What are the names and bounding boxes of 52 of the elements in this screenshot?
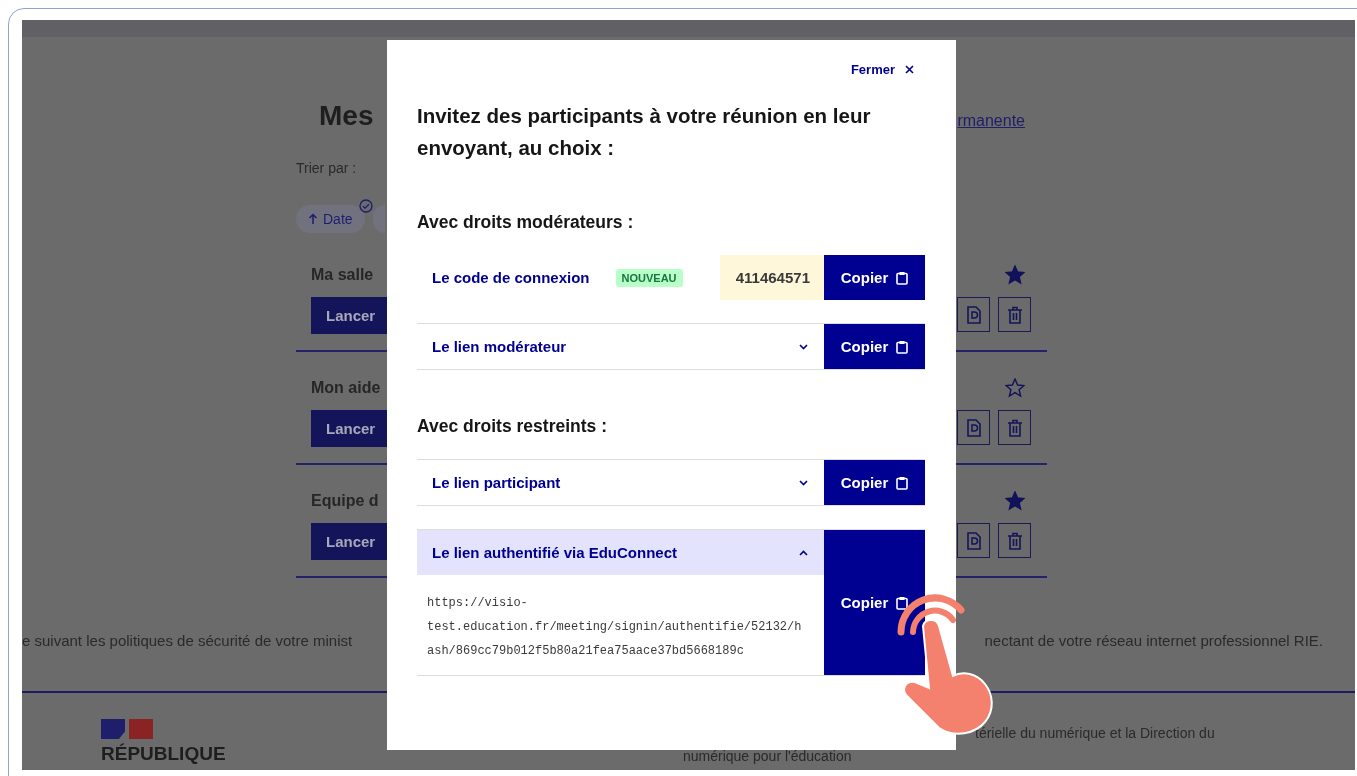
document-button[interactable]	[957, 523, 990, 558]
copy-button[interactable]: Copier	[824, 530, 925, 675]
delete-button[interactable]	[998, 523, 1031, 558]
section-heading: Avec droits restreints :	[417, 416, 608, 437]
room-name: Equipe d	[311, 492, 379, 510]
sort-label: Trier par :	[296, 160, 357, 176]
trash-icon	[1006, 418, 1023, 437]
footer-text: térielle du numérique et la Direction du	[975, 725, 1215, 741]
outline-star-icon[interactable]	[1004, 378, 1025, 398]
filled-star-icon[interactable]	[1004, 491, 1025, 511]
document-button[interactable]	[957, 297, 990, 332]
document-icon	[965, 531, 982, 550]
trash-icon	[1006, 305, 1023, 324]
copy-button[interactable]: Copier	[824, 460, 925, 505]
delete-button[interactable]	[998, 410, 1031, 445]
delete-button[interactable]	[998, 297, 1031, 332]
connection-code: 411464571	[719, 255, 824, 300]
room-name: Mon aide	[311, 379, 381, 397]
code-label: Le code de connexion	[432, 269, 590, 286]
clipboard-icon	[896, 595, 909, 610]
document-button[interactable]	[957, 410, 990, 445]
chevron-down-icon	[799, 343, 808, 350]
clipboard-icon	[896, 339, 909, 354]
logo-text: RÉPUBLIQUE	[101, 743, 226, 765]
arrow-up-icon	[308, 213, 318, 225]
notice-text: e suivant les politiques de sécurité de votre minist	[22, 632, 353, 649]
room-name: Ma salle	[311, 266, 374, 284]
launch-button[interactable]: Lancer	[311, 297, 387, 334]
close-icon	[905, 65, 914, 74]
notice-text: nectant de votre réseau internet professionnel RIE.	[984, 632, 1323, 649]
accordion-header[interactable]: Le lien authentifié via EduConnect	[417, 530, 824, 575]
check-circle-icon	[358, 199, 373, 213]
filled-star-icon[interactable]	[1004, 265, 1025, 285]
page-heading: Mes	[319, 100, 374, 132]
link-url: https://visio-test.education.fr/meeting/signin/authentifie/52132/hash/869cc79b012f5b80a21fea75aace37bd5668189c	[426, 595, 803, 660]
clipboard-icon	[896, 270, 909, 285]
flag-logo-icon	[101, 719, 153, 739]
document-icon	[965, 418, 982, 437]
dialog-title: Invitez des participants à votre réunion en leur envoyant, au choix :	[417, 103, 872, 161]
section-heading: Avec droits modérateurs :	[417, 212, 635, 233]
launch-button[interactable]: Lancer	[311, 523, 387, 560]
copy-button[interactable]: Copier	[824, 255, 925, 300]
copy-button[interactable]: Copier	[824, 324, 925, 369]
clipboard-icon	[896, 475, 909, 490]
footer-text: numérique pour l'éducation	[683, 748, 852, 764]
document-icon	[965, 305, 982, 324]
chevron-up-icon	[799, 549, 808, 556]
close-button[interactable]: Fermer	[850, 60, 914, 79]
trash-icon	[1006, 531, 1023, 550]
launch-button[interactable]: Lancer	[311, 410, 387, 447]
new-badge: NOUVEAU	[615, 268, 683, 287]
chevron-down-icon	[799, 479, 808, 486]
